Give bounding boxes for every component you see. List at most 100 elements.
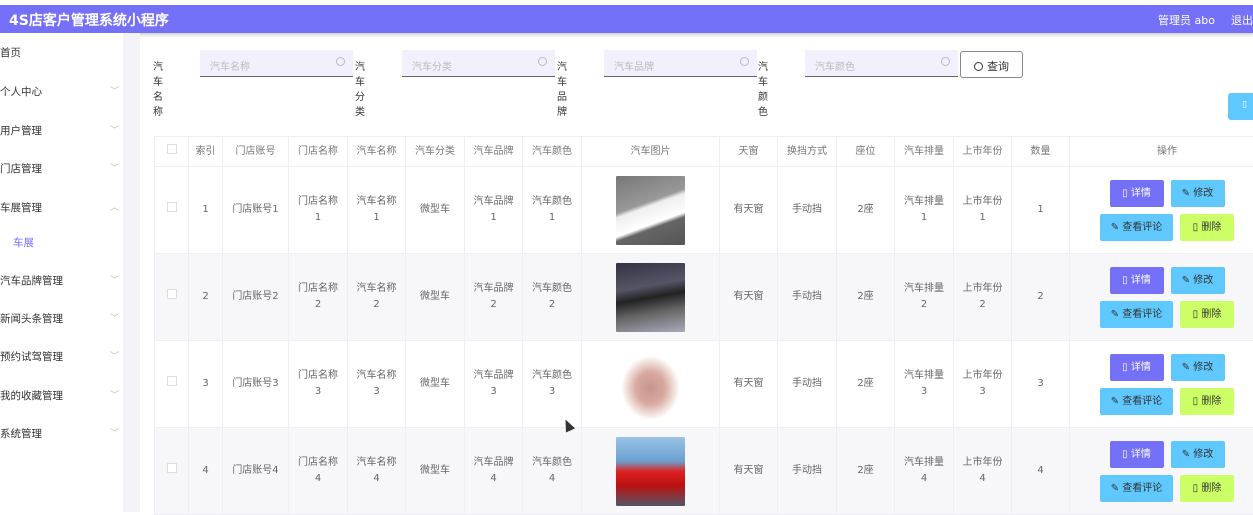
edit-button[interactable]: ✎ 修改 bbox=[1171, 441, 1225, 468]
sidebar-item[interactable]: 用户管理﹀ bbox=[0, 123, 123, 138]
sidebar-item[interactable]: 预约试驾管理﹀ bbox=[0, 349, 123, 364]
table-cell: 手动挡 bbox=[778, 167, 837, 254]
table-cell: 2座 bbox=[837, 341, 895, 428]
detail-button[interactable]: ▯ 详情 bbox=[1110, 267, 1164, 294]
table-cell bbox=[582, 254, 720, 341]
delete-button[interactable]: ▯ 删除 bbox=[1180, 388, 1234, 415]
sidebar-item-label: 汽车品牌管理 bbox=[0, 275, 63, 287]
car-image bbox=[616, 350, 685, 419]
search-placeholder: 汽车分类 bbox=[412, 62, 452, 73]
table-cell: 门店名称3 bbox=[289, 341, 348, 428]
table-cell: 汽车名称2 bbox=[348, 254, 406, 341]
cell-text: 有天窗 bbox=[734, 204, 764, 215]
detail-button[interactable]: ▯ 详情 bbox=[1110, 180, 1164, 207]
sidebar-item[interactable]: 新闻头条管理﹀ bbox=[0, 311, 123, 326]
table-cell: 手动挡 bbox=[778, 254, 837, 341]
cell-text: 汽车颜色2 bbox=[532, 283, 572, 310]
cell-text: 汽车颜色4 bbox=[532, 457, 572, 484]
table-cell: 汽车颜色4 bbox=[523, 428, 582, 515]
detail-button[interactable]: ▯ 详情 bbox=[1110, 441, 1164, 468]
edit-button[interactable]: ✎ 修改 bbox=[1171, 180, 1225, 207]
delete-button[interactable]: ▯ 删除 bbox=[1180, 475, 1234, 502]
sidebar-item[interactable]: 车展管理︿ bbox=[0, 200, 123, 215]
select-all-checkbox[interactable] bbox=[167, 144, 177, 154]
search-label: 汽车颜色 bbox=[758, 58, 768, 118]
sidebar-item[interactable]: 门店管理﹀ bbox=[0, 161, 123, 176]
sidebar-item[interactable]: 系统管理﹀ bbox=[0, 426, 123, 441]
row-checkbox[interactable] bbox=[167, 289, 177, 299]
search-input[interactable]: 汽车颜色 bbox=[805, 50, 958, 77]
search-label: 汽车分类 bbox=[355, 58, 365, 118]
cell-text: 汽车排量1 bbox=[904, 196, 944, 223]
view-comments-button[interactable]: ✎ 查看评论 bbox=[1100, 388, 1173, 415]
view-comments-button[interactable]: ✎ 查看评论 bbox=[1100, 301, 1173, 328]
table-cell: 微型车 bbox=[406, 167, 465, 254]
sidebar-item[interactable]: 首页 bbox=[0, 45, 123, 60]
batch-delete-button[interactable]: ▯ bbox=[1228, 93, 1253, 120]
search-input[interactable]: 汽车品牌 bbox=[604, 50, 757, 77]
sidebar-item[interactable]: 个人中心﹀ bbox=[0, 84, 123, 99]
cell-text: 汽车颜色3 bbox=[532, 370, 572, 397]
cell-text: 手动挡 bbox=[792, 465, 822, 476]
cell-text: 2 bbox=[1037, 291, 1043, 302]
cell-text: 汽车名称1 bbox=[357, 196, 397, 223]
sidebar-item[interactable]: 我的收藏管理﹀ bbox=[0, 388, 123, 403]
edit-icon: ✎ bbox=[1182, 449, 1194, 460]
view-comments-button[interactable]: ✎ 查看评论 bbox=[1100, 214, 1173, 241]
table-cell: 汽车名称1 bbox=[348, 167, 406, 254]
column-header: 天窗 bbox=[720, 137, 778, 167]
delete-button[interactable]: ▯ 删除 bbox=[1180, 301, 1234, 328]
query-button[interactable]: 查询 bbox=[960, 51, 1023, 78]
pencil-icon: ✎ bbox=[1111, 309, 1123, 320]
table-cell: 手动挡 bbox=[778, 428, 837, 515]
column-header: 索引 bbox=[189, 137, 223, 167]
chevron-down-icon: ﹀ bbox=[110, 388, 119, 401]
row-checkbox[interactable] bbox=[167, 376, 177, 386]
table-cell: 门店账号2 bbox=[223, 254, 289, 341]
search-placeholder: 汽车名称 bbox=[210, 62, 250, 73]
cell-text: 有天窗 bbox=[734, 291, 764, 302]
cell-text: 上市年份2 bbox=[963, 283, 1003, 310]
search-label: 汽车品牌 bbox=[557, 58, 567, 118]
action-row: ▯ 详情 ✎ 修改 bbox=[1110, 354, 1225, 381]
table-cell: 门店名称4 bbox=[289, 428, 348, 515]
cell-text: 3 bbox=[202, 378, 208, 389]
table-row: 2门店账号2门店名称2汽车名称2微型车汽车品牌2汽车颜色2有天窗手动挡2座汽车排… bbox=[155, 254, 1253, 341]
cell-text: 微型车 bbox=[420, 378, 450, 389]
chevron-down-icon: ﹀ bbox=[110, 311, 119, 324]
sidebar-item[interactable]: 汽车品牌管理 ﹀ bbox=[0, 273, 123, 288]
view-comments-button[interactable]: ✎ 查看评论 bbox=[1100, 475, 1173, 502]
chevron-down-icon: ﹀ bbox=[110, 273, 119, 286]
actions-cell: ▯ 详情 ✎ 修改 ✎ 查看评论 ▯ 删除 bbox=[1070, 341, 1253, 428]
logout-link[interactable]: 退出 bbox=[1231, 12, 1253, 28]
column-header: 汽车排量 bbox=[895, 137, 954, 167]
action-buttons: ▯ 详情 ✎ 修改 ✎ 查看评论 ▯ 删除 bbox=[1070, 354, 1253, 415]
button-label: 详情 bbox=[1131, 188, 1151, 199]
table-cell: 上市年份3 bbox=[954, 341, 1012, 428]
table-cell: 汽车排量4 bbox=[895, 428, 954, 515]
cell-text: 汽车品牌3 bbox=[474, 370, 514, 397]
select-all-header bbox=[155, 137, 189, 167]
button-label: 修改 bbox=[1193, 449, 1213, 460]
cell-text: 1 bbox=[202, 204, 208, 215]
detail-button[interactable]: ▯ 详情 bbox=[1110, 354, 1164, 381]
select-cell bbox=[155, 341, 189, 428]
select-cell bbox=[155, 254, 189, 341]
edit-button[interactable]: ✎ 修改 bbox=[1171, 267, 1225, 294]
car-image bbox=[616, 263, 685, 332]
cell-text: 3 bbox=[1037, 378, 1043, 389]
sidebar-item[interactable]: 车展 bbox=[13, 235, 136, 250]
row-checkbox[interactable] bbox=[167, 463, 177, 473]
column-header: 门店账号 bbox=[223, 137, 289, 167]
cell-text: 门店账号4 bbox=[232, 465, 278, 476]
delete-button[interactable]: ▯ 删除 bbox=[1180, 214, 1234, 241]
search-input[interactable]: 汽车分类 bbox=[402, 50, 555, 77]
search-input[interactable]: 汽车名称 bbox=[200, 50, 353, 77]
cell-text: 汽车品牌4 bbox=[474, 457, 514, 484]
column-header: 换挡方式 bbox=[778, 137, 837, 167]
row-checkbox[interactable] bbox=[167, 202, 177, 212]
sidebar-item-label: 车展管理 bbox=[0, 202, 42, 214]
edit-button[interactable]: ✎ 修改 bbox=[1171, 354, 1225, 381]
table-cell: 有天窗 bbox=[720, 167, 778, 254]
actions-cell: ▯ 详情 ✎ 修改 ✎ 查看评论 ▯ 删除 bbox=[1070, 428, 1253, 515]
